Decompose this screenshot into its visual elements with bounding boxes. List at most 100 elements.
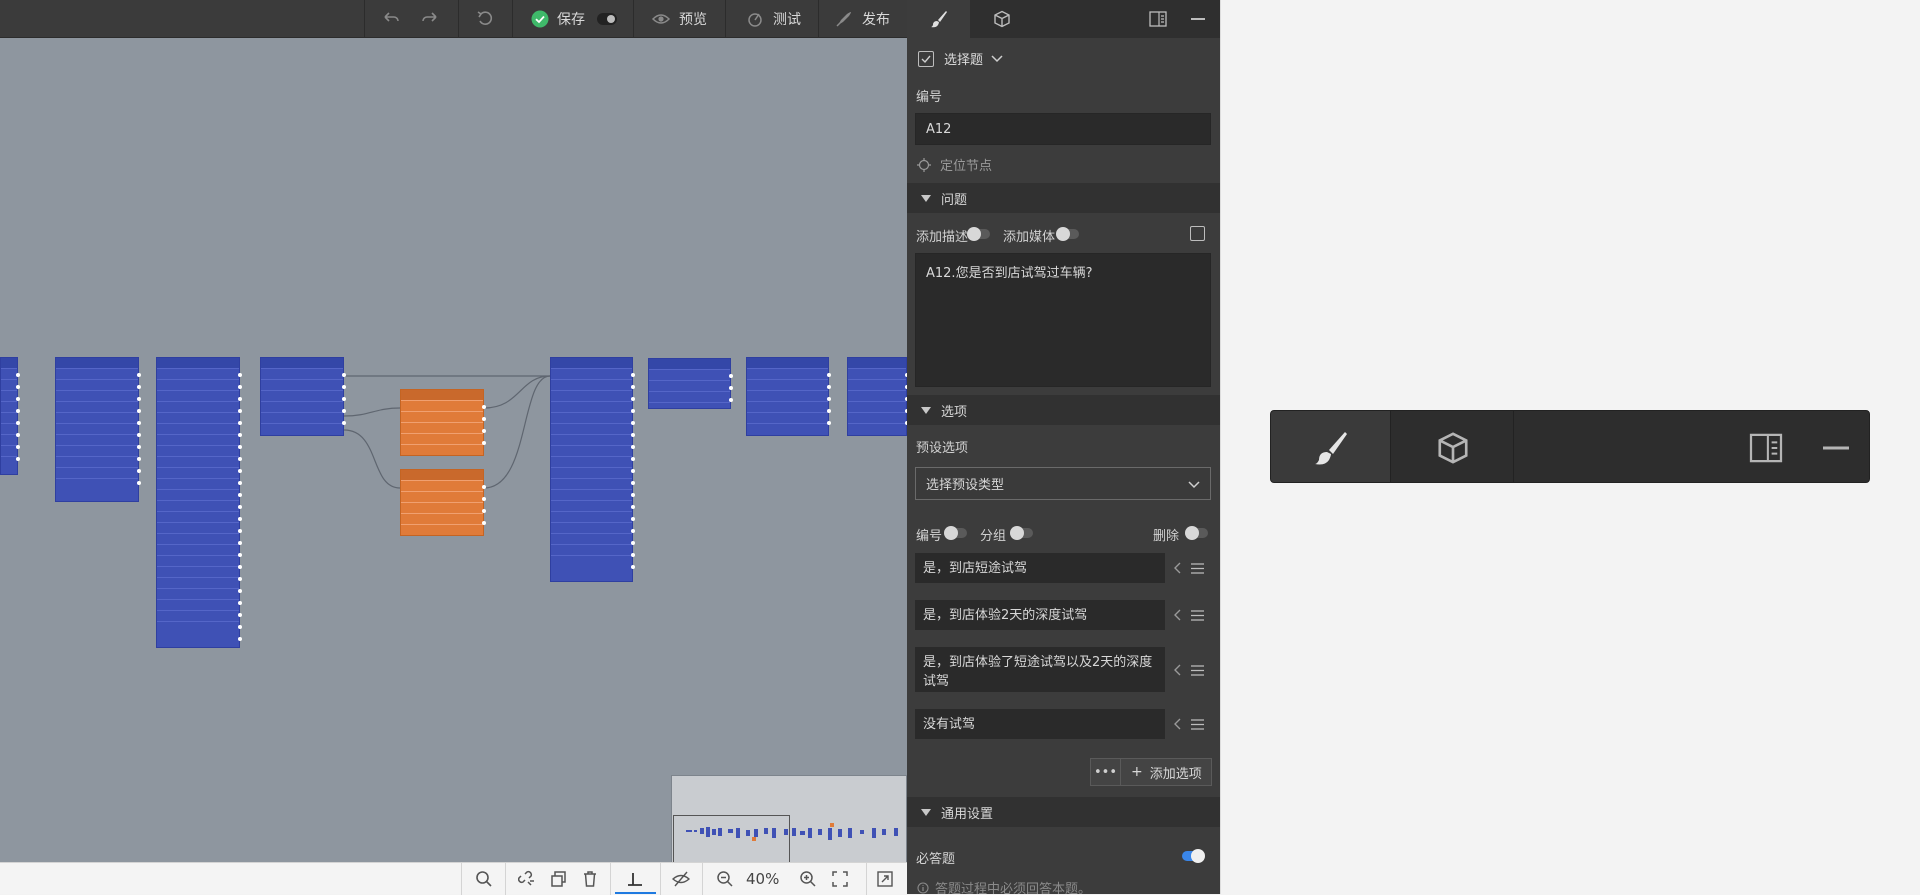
flow-node-port[interactable] xyxy=(238,565,242,569)
drag-option-handle[interactable] xyxy=(1187,714,1207,734)
flow-node[interactable] xyxy=(648,358,733,409)
flow-node-port[interactable] xyxy=(238,421,242,425)
delete-toggle[interactable] xyxy=(1185,526,1208,540)
flow-canvas[interactable] xyxy=(0,38,907,862)
collapse-option-button[interactable] xyxy=(1170,605,1184,625)
option-input[interactable]: 是，到店体验2天的深度试驾 xyxy=(915,600,1165,630)
flow-node-port[interactable] xyxy=(16,409,20,413)
publish-button[interactable]: 发布 xyxy=(834,0,890,38)
copy-button[interactable] xyxy=(544,863,574,895)
test-button[interactable]: 测试 xyxy=(745,0,801,38)
drag-option-handle[interactable] xyxy=(1187,660,1207,680)
flow-node-port[interactable] xyxy=(238,397,242,401)
add-description-toggle[interactable] xyxy=(967,227,990,241)
flow-node-port[interactable] xyxy=(631,481,635,485)
flow-node-port[interactable] xyxy=(631,433,635,437)
zoom-in-button[interactable] xyxy=(793,863,823,895)
flow-node-port[interactable] xyxy=(631,445,635,449)
flow-node-port[interactable] xyxy=(482,485,486,489)
flow-node-port[interactable] xyxy=(631,421,635,425)
flow-node-port[interactable] xyxy=(238,541,242,545)
delete-button[interactable] xyxy=(575,863,605,895)
flow-node-port[interactable] xyxy=(238,505,242,509)
flow-node-port[interactable] xyxy=(342,421,346,425)
search-button[interactable] xyxy=(469,863,499,895)
flow-node-port[interactable] xyxy=(238,601,242,605)
flow-node-port[interactable] xyxy=(729,386,733,390)
tab-component-enlarged[interactable] xyxy=(1392,411,1514,482)
flow-node-port[interactable] xyxy=(342,409,346,413)
flow-node-port[interactable] xyxy=(16,385,20,389)
collapse-option-button[interactable] xyxy=(1170,660,1184,680)
toggle-layout-button-enlarged[interactable] xyxy=(1731,411,1801,482)
flow-node-port[interactable] xyxy=(482,405,486,409)
tab-style-enlarged[interactable] xyxy=(1271,411,1391,482)
collapse-option-button[interactable] xyxy=(1170,558,1184,578)
flow-node-port[interactable] xyxy=(137,421,141,425)
hide-button[interactable] xyxy=(666,863,696,895)
minimize-button[interactable] xyxy=(1178,0,1218,38)
collapse-option-button[interactable] xyxy=(1170,714,1184,734)
flow-node-port[interactable] xyxy=(137,469,141,473)
flow-node-port[interactable] xyxy=(631,553,635,557)
flow-node-port[interactable] xyxy=(827,421,831,425)
numbering-toggle[interactable] xyxy=(944,526,967,540)
minimize-button-enlarged[interactable] xyxy=(1801,411,1869,482)
general-section-header[interactable]: 通用设置 xyxy=(907,797,1220,827)
flow-node-port[interactable] xyxy=(238,481,242,485)
flow-node-port[interactable] xyxy=(482,429,486,433)
flow-node-port[interactable] xyxy=(16,433,20,437)
flow-node-port[interactable] xyxy=(137,457,141,461)
flow-node-port[interactable] xyxy=(238,517,242,521)
flow-node-port[interactable] xyxy=(137,373,141,377)
flow-node-port[interactable] xyxy=(16,373,20,377)
flow-node-port[interactable] xyxy=(729,374,733,378)
flow-node-port[interactable] xyxy=(482,441,486,445)
question-textarea[interactable]: A12.您是否到店试驾过车辆? xyxy=(915,253,1211,387)
flow-node-port[interactable] xyxy=(631,493,635,497)
flow-node-port[interactable] xyxy=(482,417,486,421)
flow-node[interactable] xyxy=(746,357,831,436)
flow-node[interactable] xyxy=(55,357,141,502)
flow-node-port[interactable] xyxy=(482,521,486,525)
drag-option-handle[interactable] xyxy=(1187,558,1207,578)
flow-node-port[interactable] xyxy=(238,493,242,497)
flow-node-port[interactable] xyxy=(238,553,242,557)
flow-node-port[interactable] xyxy=(238,613,242,617)
flow-node[interactable] xyxy=(550,357,635,582)
tab-style[interactable] xyxy=(907,0,970,38)
preview-button[interactable]: 预览 xyxy=(651,0,707,38)
flow-node-port[interactable] xyxy=(238,625,242,629)
flow-node-port[interactable] xyxy=(238,433,242,437)
flow-node[interactable] xyxy=(0,357,20,475)
drag-option-handle[interactable] xyxy=(1187,605,1207,625)
add-option-button[interactable]: + 添加选项 xyxy=(1121,763,1202,782)
flow-node-port[interactable] xyxy=(631,529,635,533)
flow-node-port[interactable] xyxy=(238,469,242,473)
preset-type-select[interactable]: 选择预设类型 xyxy=(915,467,1211,500)
minimap-viewport[interactable] xyxy=(673,815,790,862)
tab-component[interactable] xyxy=(970,0,1033,38)
flow-node-port[interactable] xyxy=(238,445,242,449)
flow-node[interactable] xyxy=(847,357,907,436)
flow-node-port[interactable] xyxy=(631,409,635,413)
options-section-header[interactable]: 选项 xyxy=(907,395,1220,425)
rich-text-checkbox[interactable] xyxy=(1190,226,1205,241)
flow-node-branch[interactable] xyxy=(400,389,486,456)
flow-node-port[interactable] xyxy=(16,397,20,401)
flow-node-port[interactable] xyxy=(137,445,141,449)
flow-node-port[interactable] xyxy=(238,385,242,389)
flow-node-port[interactable] xyxy=(137,481,141,485)
flow-node[interactable] xyxy=(260,357,346,436)
flow-node-port[interactable] xyxy=(16,445,20,449)
flow-node-port[interactable] xyxy=(238,457,242,461)
flow-node-port[interactable] xyxy=(827,409,831,413)
undo-button[interactable] xyxy=(381,0,401,38)
flow-node-port[interactable] xyxy=(631,457,635,461)
save-button[interactable]: 保存 xyxy=(531,0,617,38)
question-type-selector[interactable]: 选择题 xyxy=(918,49,1003,68)
flow-node-port[interactable] xyxy=(238,589,242,593)
flow-node-port[interactable] xyxy=(827,385,831,389)
zoom-out-button[interactable] xyxy=(710,863,740,895)
flow-node-port[interactable] xyxy=(631,505,635,509)
